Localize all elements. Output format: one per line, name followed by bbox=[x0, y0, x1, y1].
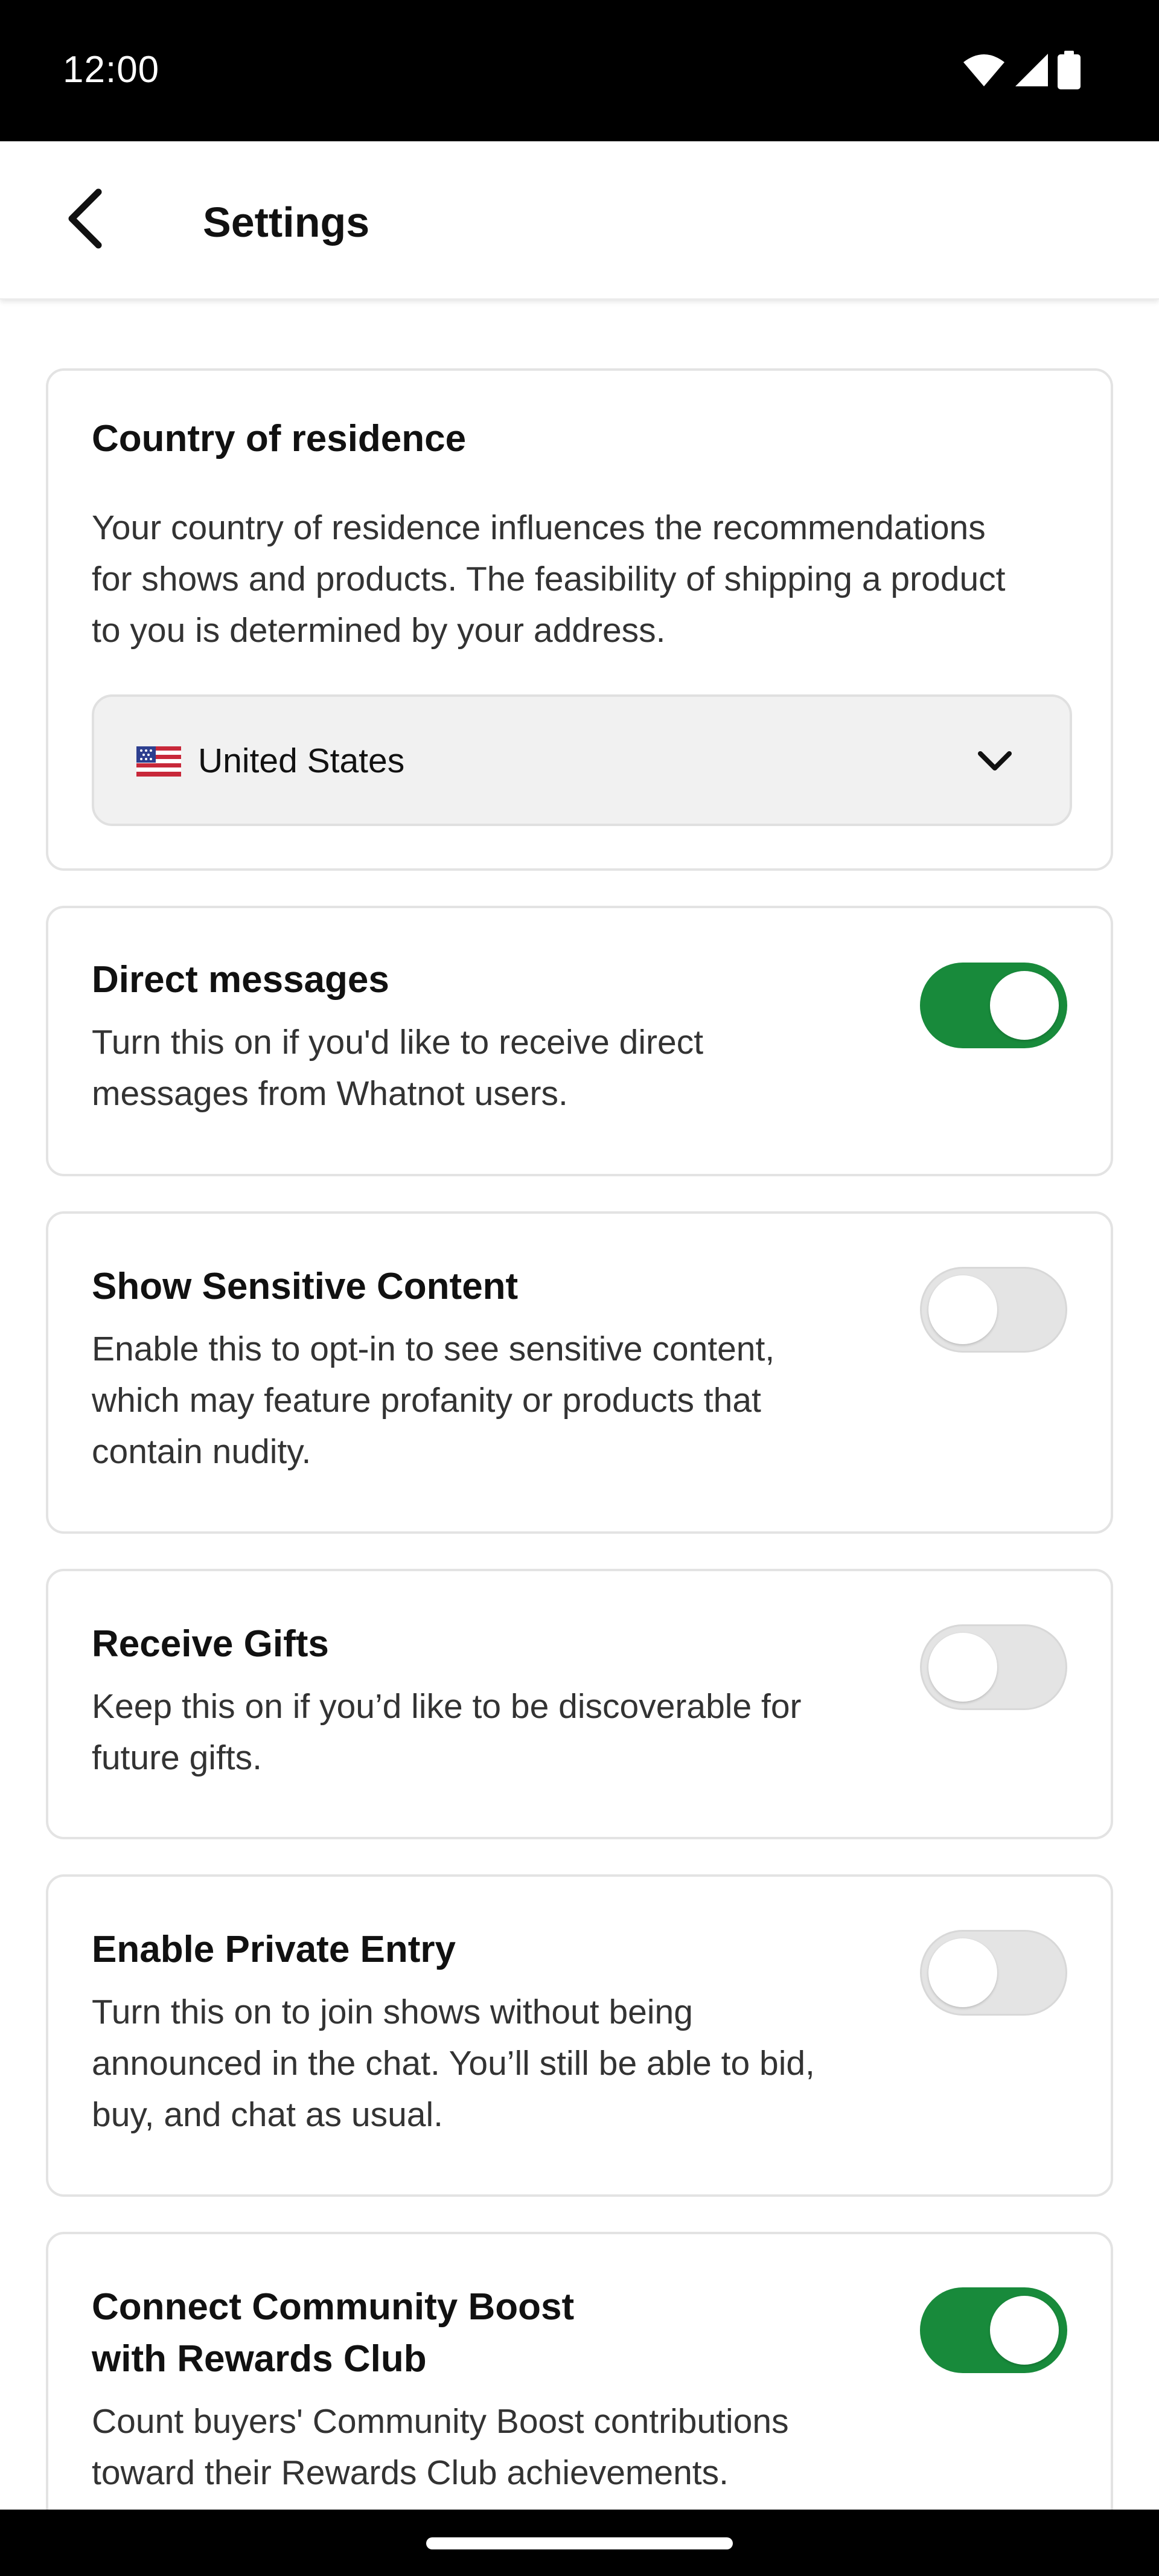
sensitive-content-card: Show Sensitive Content Enable this to op… bbox=[46, 1211, 1113, 1534]
battery-icon bbox=[1058, 51, 1081, 89]
sensitive-content-description: Enable this to opt-in to see sensitive c… bbox=[92, 1324, 774, 1478]
description-line: Turn this on to join shows without being bbox=[92, 1993, 693, 2031]
private-entry-toggle[interactable] bbox=[920, 1930, 1067, 2016]
country-of-residence-card: Country of residence Your country of res… bbox=[46, 368, 1113, 871]
description-line: Count buyers' Community Boost contributi… bbox=[92, 2402, 789, 2441]
title-line: Connect Community Boost bbox=[92, 2286, 575, 2328]
sensitive-content-toggle[interactable] bbox=[920, 1267, 1067, 1353]
direct-messages-card: Direct messages Turn this on if you'd li… bbox=[46, 906, 1113, 1176]
toggle-knob bbox=[928, 1633, 997, 1702]
toggle-knob bbox=[928, 1275, 997, 1344]
home-indicator[interactable] bbox=[426, 2537, 733, 2549]
signal-icon bbox=[1014, 53, 1049, 88]
community-boost-description: Count buyers' Community Boost contributi… bbox=[92, 2396, 789, 2499]
description-line: Turn this on if you'd like to receive di… bbox=[92, 1023, 704, 1062]
system-navigation-bar bbox=[0, 2510, 1159, 2576]
description-line: contain nudity. bbox=[92, 1432, 311, 1471]
status-icons bbox=[962, 51, 1081, 89]
status-time: 12:00 bbox=[63, 49, 160, 91]
community-boost-toggle[interactable] bbox=[920, 2287, 1067, 2373]
description-line: buy, and chat as usual. bbox=[92, 2095, 443, 2134]
community-boost-title: Connect Community Boost with Rewards Clu… bbox=[92, 2281, 574, 2385]
description-line: future gifts. bbox=[92, 1738, 262, 1777]
community-boost-card: Connect Community Boost with Rewards Clu… bbox=[46, 2232, 1113, 2510]
direct-messages-description: Turn this on if you'd like to receive di… bbox=[92, 1017, 703, 1120]
country-select[interactable]: United States bbox=[92, 694, 1072, 826]
description-line: which may feature profanity or products … bbox=[92, 1381, 761, 1420]
sensitive-content-title: Show Sensitive Content bbox=[92, 1266, 519, 1307]
receive-gifts-title: Receive Gifts bbox=[92, 1623, 329, 1665]
private-entry-description: Turn this on to join shows without being… bbox=[92, 1987, 815, 2141]
toggle-knob bbox=[990, 2296, 1059, 2365]
receive-gifts-card: Receive Gifts Keep this on if you’d like… bbox=[46, 1569, 1113, 1839]
private-entry-title: Enable Private Entry bbox=[92, 1929, 456, 1970]
back-button[interactable] bbox=[48, 184, 121, 256]
page-title: Settings bbox=[203, 199, 370, 246]
toggle-knob bbox=[928, 1938, 997, 2007]
us-flag-icon bbox=[136, 746, 181, 777]
selected-country: United States bbox=[198, 742, 405, 780]
wifi-icon bbox=[962, 53, 1006, 88]
private-entry-card: Enable Private Entry Turn this on to joi… bbox=[46, 1874, 1113, 2197]
description-line: Keep this on if you’d like to be discove… bbox=[92, 1687, 802, 1726]
settings-screen: 12:00 Settings Country of residence Your… bbox=[0, 0, 1159, 2576]
status-bar: 12:00 bbox=[0, 0, 1159, 141]
title-line: with Rewards Club bbox=[92, 2338, 427, 2380]
description-line: toward their Rewards Club achievements. bbox=[92, 2453, 729, 2492]
direct-messages-toggle[interactable] bbox=[920, 963, 1067, 1048]
description-line: announced in the chat. You’ll still be a… bbox=[92, 2044, 815, 2083]
description-line: for shows and products. The feasibility … bbox=[92, 560, 1006, 598]
description-line: to you is determined by your address. bbox=[92, 611, 666, 650]
chevron-down-icon bbox=[975, 746, 1014, 777]
settings-content: Country of residence Your country of res… bbox=[0, 300, 1159, 2510]
app-bar: Settings bbox=[0, 141, 1159, 300]
toggle-knob bbox=[990, 971, 1059, 1040]
country-card-title: Country of residence bbox=[92, 418, 467, 460]
receive-gifts-toggle[interactable] bbox=[920, 1624, 1067, 1710]
description-line: messages from Whatnot users. bbox=[92, 1074, 568, 1113]
receive-gifts-description: Keep this on if you’d like to be discove… bbox=[92, 1681, 802, 1784]
country-card-description: Your country of residence influences the… bbox=[92, 502, 1005, 656]
description-line: Your country of residence influences the… bbox=[92, 508, 986, 547]
direct-messages-title: Direct messages bbox=[92, 959, 389, 1001]
chevron-left-icon bbox=[63, 187, 106, 253]
description-line: Enable this to opt-in to see sensitive c… bbox=[92, 1330, 775, 1368]
